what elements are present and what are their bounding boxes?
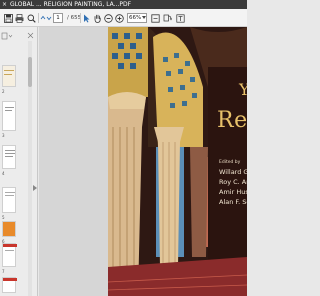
select-cursor-icon[interactable] — [82, 12, 90, 24]
page-thumbnail[interactable] — [2, 101, 16, 131]
page-number-input[interactable]: 1 — [53, 13, 63, 23]
page-total-label: / 655 — [67, 15, 82, 21]
page-thumbnail[interactable] — [2, 277, 17, 293]
editor-name: Amir Huss — [219, 188, 247, 196]
page-thumbnail[interactable] — [2, 243, 17, 267]
page-down-icon[interactable] — [46, 12, 52, 24]
thumbnail-number: 4 — [2, 171, 5, 176]
collapse-sidebar-icon[interactable] — [33, 185, 37, 191]
document-title: GLOBAL ... RELIGION PAINTING, LA...PDF — [10, 1, 132, 8]
page-thumbnail[interactable] — [2, 65, 16, 87]
hand-tool-icon[interactable] — [93, 12, 102, 24]
edited-by-label: Edited by — [219, 160, 241, 165]
sidebar-tools — [0, 27, 38, 40]
thumbnail-sidebar: 2 3 4 5 6 7 — [0, 27, 38, 296]
zoom-in-icon[interactable] — [115, 12, 124, 24]
share-icon[interactable] — [176, 12, 185, 24]
pdf-viewer-window: × GLOBAL ... RELIGION PAINTING, LA...PDF… — [0, 0, 247, 296]
editor-name: Willard G — [219, 168, 247, 176]
thumbnail-number: 3 — [2, 133, 5, 138]
cover-title-accent: Y — [239, 80, 247, 99]
sidebar-scrollbar-thumb[interactable] — [28, 57, 32, 87]
zoom-out-icon[interactable] — [104, 12, 113, 24]
search-icon[interactable] — [26, 12, 36, 24]
cover-title: Rel — [217, 108, 247, 133]
thumbnail-list[interactable]: 2 3 4 5 6 7 — [0, 41, 30, 296]
rotate-icon[interactable] — [163, 12, 172, 24]
page-thumbnail[interactable] — [2, 187, 16, 213]
thumbnail-number: 7 — [2, 269, 5, 274]
save-icon[interactable] — [3, 12, 13, 24]
toolbar-separator — [80, 13, 81, 23]
title-bar: × GLOBAL ... RELIGION PAINTING, LA...PDF — [0, 0, 247, 9]
close-tab-icon[interactable]: × — [2, 0, 7, 9]
thumbnail-number: 5 — [2, 215, 5, 220]
page-thumbnail[interactable] — [2, 145, 16, 169]
page-thumbnail[interactable] — [2, 221, 16, 237]
thumbnail-number: 2 — [2, 89, 5, 94]
chevron-down-icon[interactable] — [142, 16, 146, 19]
toolbar: 1 / 655 66% — [0, 9, 247, 27]
editor-name: Alan F. Se — [219, 198, 247, 206]
print-icon[interactable] — [14, 12, 24, 24]
fit-page-icon[interactable] — [151, 12, 160, 24]
toolbar-separator — [38, 13, 39, 23]
editor-name: Roy C. Ar — [219, 178, 247, 186]
